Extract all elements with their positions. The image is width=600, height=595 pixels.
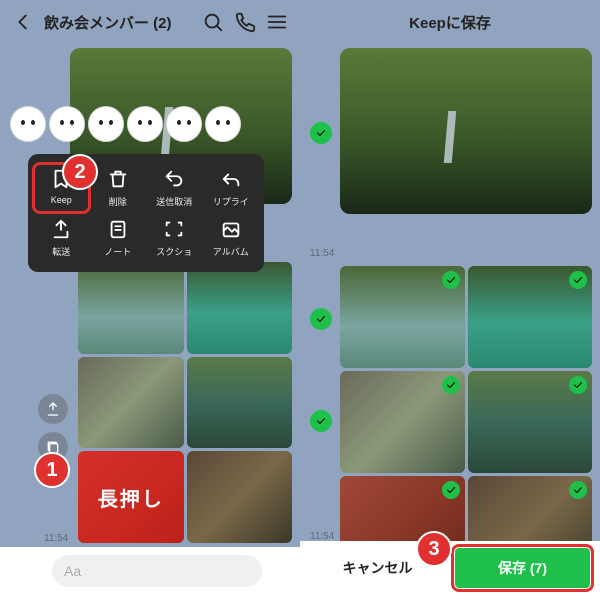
back-icon[interactable]: [12, 11, 34, 33]
grid-image-4[interactable]: [187, 357, 293, 449]
select-check-hero[interactable]: [310, 122, 332, 144]
menu-delete[interactable]: 削除: [91, 164, 146, 212]
chat-screen: 飲み会メンバー (2) Keep 削除 送信取消 リプライ 転送 ノート スクシ…: [0, 0, 300, 595]
sticker-row: [10, 106, 241, 142]
annotation-badge-2: 2: [62, 154, 98, 190]
save-body: 11:54 11:54: [300, 48, 600, 545]
sticker-hearteyes[interactable]: [49, 106, 85, 142]
share-icon: [50, 218, 72, 240]
save-grid-3[interactable]: [340, 371, 465, 473]
sticker-thumbsup[interactable]: [10, 106, 46, 142]
search-icon[interactable]: [202, 11, 224, 33]
album-icon: [220, 218, 242, 240]
grid-image-2[interactable]: [187, 262, 293, 354]
screenshot-icon: [163, 218, 185, 240]
menu-album[interactable]: アルバム: [204, 214, 259, 262]
save-grid-1[interactable]: [340, 266, 465, 368]
sticker-surprised[interactable]: [127, 106, 163, 142]
menu-icon[interactable]: [266, 11, 288, 33]
save-image-grid: [340, 266, 592, 578]
grid-image-6[interactable]: [187, 451, 293, 543]
check-4[interactable]: [569, 376, 587, 394]
annotation-badge-1: 1: [34, 452, 70, 488]
save-title: Keepに保存: [409, 12, 491, 33]
grid-image-1[interactable]: [78, 262, 184, 354]
menu-screenshot[interactable]: スクショ: [147, 214, 202, 262]
timestamp: 11:54: [44, 533, 68, 544]
input-bar: Aa: [0, 547, 300, 595]
chat-image-grid: 長押し: [78, 262, 292, 543]
trash-icon: [107, 168, 129, 190]
grid-image-3[interactable]: [78, 357, 184, 449]
share-button[interactable]: [38, 394, 68, 424]
sticker-laugh[interactable]: [88, 106, 124, 142]
longpress-overlay: 長押し: [78, 451, 184, 543]
keep-save-screen: Keepに保存 11:54 11:54 キャンセル 保存 (7) 3: [300, 0, 600, 595]
save-grid-2[interactable]: [468, 266, 593, 368]
check-1[interactable]: [442, 271, 460, 289]
save-header: Keepに保存: [300, 0, 600, 44]
chat-header: 飲み会メンバー (2): [0, 0, 300, 44]
menu-reply[interactable]: リプライ: [204, 164, 259, 212]
check-5[interactable]: [442, 481, 460, 499]
save-button[interactable]: 保存 (7): [455, 548, 590, 588]
message-input[interactable]: Aa: [52, 555, 262, 587]
call-icon[interactable]: [234, 11, 256, 33]
menu-unsend[interactable]: 送信取消: [147, 164, 202, 212]
sticker-grin[interactable]: [205, 106, 241, 142]
save-grid-4[interactable]: [468, 371, 593, 473]
sticker-sad[interactable]: [166, 106, 202, 142]
annotation-badge-3: 3: [416, 531, 452, 567]
grid-image-5[interactable]: 長押し: [78, 451, 184, 543]
undo-icon: [163, 168, 185, 190]
reply-icon: [220, 168, 242, 190]
select-check-row2[interactable]: [310, 410, 332, 432]
note-icon: [107, 218, 129, 240]
menu-forward[interactable]: 転送: [34, 214, 89, 262]
menu-note[interactable]: ノート: [91, 214, 146, 262]
check-3[interactable]: [442, 376, 460, 394]
check-2[interactable]: [569, 271, 587, 289]
select-check-row1[interactable]: [310, 308, 332, 330]
chat-title: 飲み会メンバー (2): [44, 12, 192, 33]
timestamp-hero: 11:54: [310, 248, 334, 539]
save-image-main[interactable]: [340, 48, 592, 214]
check-6[interactable]: [569, 481, 587, 499]
